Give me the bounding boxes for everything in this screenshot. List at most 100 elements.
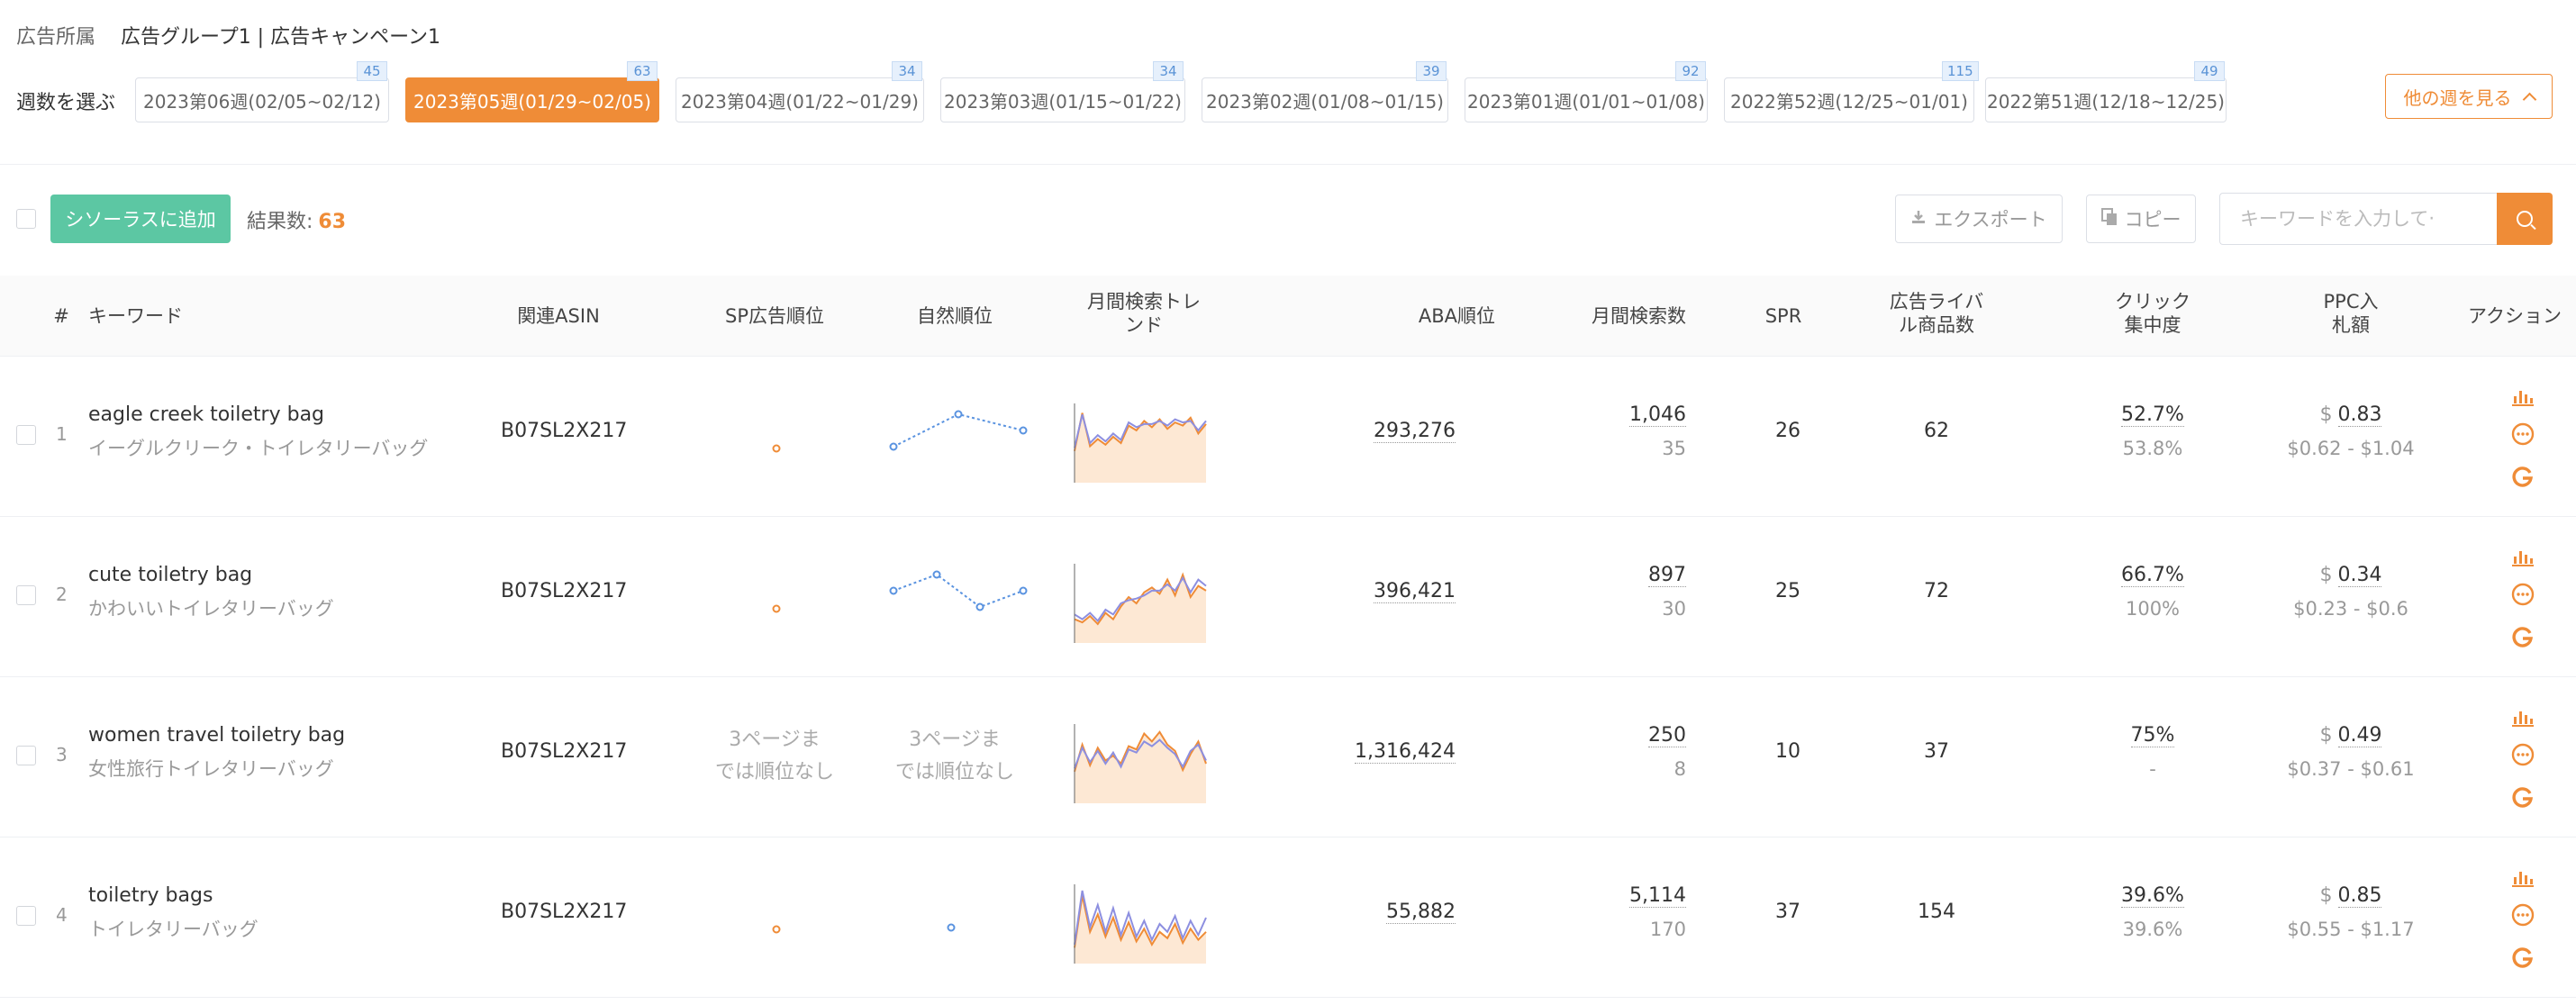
click-concentration: 66.7%	[2081, 564, 2225, 587]
sp-rank-dot	[772, 444, 781, 453]
week-tab[interactable]: 2023第02週(01/08~01/15)	[1202, 77, 1448, 122]
asin-link[interactable]: B07SL2X217	[501, 740, 627, 763]
col-aba: ABA順位	[1418, 305, 1495, 327]
more-dots-icon[interactable]	[2511, 422, 2535, 446]
week-count-badge: 45	[357, 61, 387, 81]
more-dots-icon[interactable]	[2511, 583, 2535, 606]
row-number: 3	[56, 744, 68, 765]
click-concentration-sub: 100%	[2125, 598, 2181, 620]
col-monthly: 月間検索数	[1592, 305, 1686, 327]
select-all-checkbox[interactable]	[16, 209, 36, 229]
keyword-search-input[interactable]	[2219, 193, 2497, 245]
row-checkbox[interactable]	[16, 906, 36, 926]
asin-link[interactable]: B07SL2X217	[501, 580, 627, 602]
natural-rank-point	[889, 586, 898, 595]
week-tab[interactable]: 2023第01週(01/01~01/08)	[1465, 77, 1708, 122]
col-trend: 月間検索トレ ンド	[1063, 290, 1225, 337]
row-checkbox[interactable]	[16, 585, 36, 605]
week-tab[interactable]: 2022第51週(12/18~12/25)	[1985, 77, 2227, 122]
more-dots-icon[interactable]	[2511, 903, 2535, 927]
keyword-translation: トイレタリーバッグ	[88, 919, 259, 940]
week-count-badge: 115	[1942, 61, 1979, 81]
spr-value: 37	[1775, 901, 1800, 923]
google-icon[interactable]	[2511, 946, 2535, 969]
ppc-bid: $0.83	[2261, 403, 2441, 427]
copy-button[interactable]: コピー	[2086, 195, 2196, 243]
search-trend-chart	[1074, 403, 1207, 483]
search-icon	[2517, 211, 2533, 227]
natural-rank-point	[1019, 586, 1028, 595]
bar-chart-icon[interactable]	[2511, 708, 2535, 728]
click-concentration-sub: 53.8%	[2122, 438, 2183, 459]
ad-affiliation: 広告所属 広告グループ1 | 広告キャンペーン1	[16, 20, 440, 50]
aba-rank[interactable]: 55,882	[1333, 901, 1456, 924]
asin-link[interactable]: B07SL2X217	[501, 901, 627, 923]
keyword-text[interactable]: cute toiletry bag	[88, 564, 252, 586]
aba-rank[interactable]: 293,276	[1333, 420, 1456, 443]
week-tab[interactable]: 2023第03週(01/15~01/22)	[940, 77, 1185, 122]
week-tab[interactable]: 2022第52週(12/25~01/01)	[1724, 77, 1974, 122]
table-header: # キーワード 関連ASIN SP広告順位 自然順位 月間検索トレ ンド ABA…	[0, 276, 2576, 357]
asin-link[interactable]: B07SL2X217	[501, 420, 627, 442]
search-button[interactable]	[2497, 193, 2553, 245]
col-trend-line1: 月間検索トレ	[1087, 291, 1201, 312]
spr-value: 10	[1775, 740, 1800, 763]
google-icon[interactable]	[2511, 625, 2535, 648]
ppc-range: $0.23 - $0.6	[2293, 598, 2408, 620]
monthly-searches[interactable]: 250	[1531, 724, 1686, 747]
week-count-badge: 63	[627, 61, 658, 81]
more-dots-icon[interactable]	[2511, 743, 2535, 766]
keyword-text[interactable]: eagle creek toiletry bag	[88, 403, 324, 426]
natural-rank-point	[1019, 426, 1028, 435]
aba-rank[interactable]: 396,421	[1333, 580, 1456, 603]
col-rivals-line1: 広告ライバ	[1889, 291, 1984, 312]
natural-rank-point	[947, 923, 956, 932]
keyword-text[interactable]: women travel toiletry bag	[88, 724, 345, 747]
bar-chart-icon[interactable]	[2511, 548, 2535, 567]
natural-rank-point	[954, 410, 963, 419]
week-tab[interactable]: 2023第04週(01/22~01/29)	[676, 77, 924, 122]
row-number: 1	[56, 423, 68, 445]
monthly-searches[interactable]: 1,046	[1531, 403, 1686, 427]
ppc-bid-value: 0.34	[2337, 564, 2382, 587]
natural-rank-sparkline	[889, 570, 1028, 611]
keyword-translation: 女性旅行トイレタリーバッグ	[88, 758, 334, 780]
week-count-badge: 39	[1416, 61, 1447, 81]
week-tab[interactable]: 2023第06週(02/05~02/12)	[135, 77, 389, 122]
download-icon	[1910, 209, 1927, 230]
ppc-bid: $0.34	[2261, 564, 2441, 587]
add-to-thesaurus-button[interactable]: シソーラスに追加	[50, 195, 231, 243]
monthly-searches[interactable]: 897	[1531, 564, 1686, 587]
google-icon[interactable]	[2511, 785, 2535, 809]
week-count-badge: 34	[1153, 61, 1184, 81]
rival-count: 37	[1924, 740, 1949, 763]
monthly-searches[interactable]: 5,114	[1531, 884, 1686, 908]
click-concentration: 39.6%	[2081, 884, 2225, 908]
col-num: #	[53, 305, 69, 327]
row-checkbox[interactable]	[16, 425, 36, 445]
monthly-searches-sub: 30	[1662, 598, 1686, 620]
aba-rank-value: 396,421	[1374, 580, 1456, 603]
col-action: アクション	[2468, 305, 2562, 327]
spr-value: 26	[1775, 420, 1800, 442]
aba-rank-value: 1,316,424	[1355, 740, 1456, 764]
col-ppc-line2: 札額	[2332, 314, 2370, 336]
aba-rank-value: 55,882	[1386, 901, 1456, 924]
row-number: 2	[56, 584, 68, 605]
row-checkbox[interactable]	[16, 746, 36, 765]
week-tab[interactable]: 2023第05週(01/29~02/05)	[405, 77, 659, 122]
bar-chart-icon[interactable]	[2511, 387, 2535, 407]
table-row: 4 toiletry bags トイレタリーバッグ B07SL2X217 55,882 5…	[0, 838, 2576, 998]
aba-rank[interactable]: 1,316,424	[1333, 740, 1456, 764]
click-concentration: 52.7%	[2081, 403, 2225, 427]
results-label: 結果数:	[247, 211, 313, 233]
keyword-text[interactable]: toiletry bags	[88, 884, 213, 907]
col-spr: SPR	[1764, 305, 1802, 327]
bar-chart-icon[interactable]	[2511, 868, 2535, 888]
google-icon[interactable]	[2511, 465, 2535, 488]
monthly-searches-value: 5,114	[1629, 884, 1686, 908]
monthly-searches-sub: 170	[1649, 919, 1686, 940]
other-weeks-button[interactable]: 他の週を見る	[2385, 74, 2553, 119]
export-button[interactable]: エクスポート	[1895, 195, 2063, 243]
col-sp-rank: SP広告順位	[725, 305, 824, 327]
